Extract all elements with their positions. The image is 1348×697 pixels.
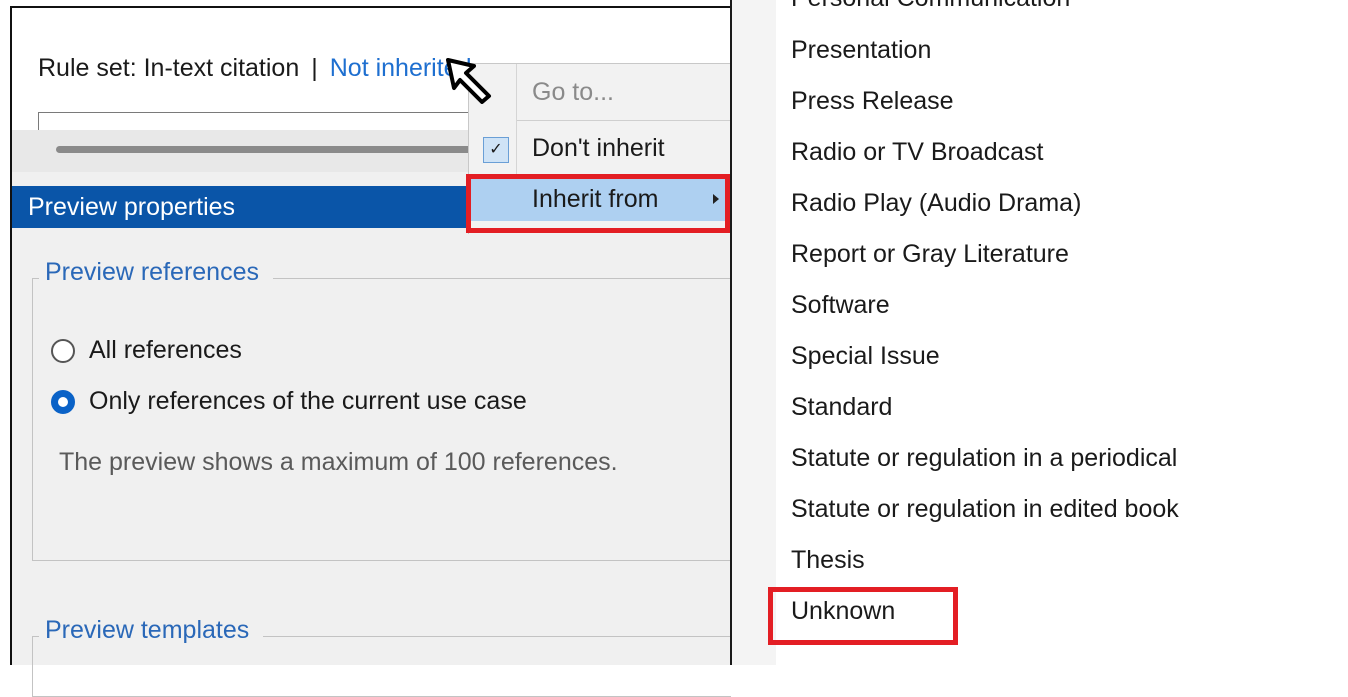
submenu-item-radio-tv-broadcast[interactable]: Radio or TV Broadcast: [791, 138, 1043, 167]
radio-unselected-icon: [51, 338, 75, 363]
radio-all-references[interactable]: All references: [51, 336, 242, 365]
preview-templates-title: Preview templates: [41, 616, 254, 645]
submenu-item-software[interactable]: Software: [791, 291, 890, 320]
submenu-item-standard[interactable]: Standard: [791, 393, 892, 422]
group-border-line: [273, 278, 731, 279]
submenu-item-personal-communication[interactable]: Personal Communication: [791, 0, 1070, 13]
submenu-item-radio-play[interactable]: Radio Play (Audio Drama): [791, 189, 1081, 218]
preview-limit-note: The preview shows a maximum of 100 refer…: [59, 448, 618, 476]
submenu-item-press-release[interactable]: Press Release: [791, 87, 954, 116]
menu-item-inherit-from[interactable]: Inherit from: [469, 179, 731, 221]
preview-templates-group: Preview templates: [32, 616, 731, 697]
radio-current-use-case-label: Only references of the current use case: [89, 387, 527, 415]
menu-item-dont-inherit-label: Don't inherit: [532, 134, 665, 162]
menu-item-dont-inherit[interactable]: ✓ Don't inherit: [469, 128, 731, 170]
submenu-arrow-icon: [713, 194, 719, 204]
rule-set-label: Rule set: In-text citation: [38, 54, 300, 82]
submenu-item-report-gray-literature[interactable]: Report or Gray Literature: [791, 240, 1069, 269]
inheritance-context-menu: Go to... ✓ Don't inherit Inherit from: [468, 63, 731, 234]
checkmark-icon: ✓: [483, 137, 509, 163]
submenu-gutter: [732, 0, 776, 665]
rule-set-separator: |: [311, 54, 318, 82]
submenu-item-unknown[interactable]: Unknown: [791, 597, 895, 626]
submenu-item-special-issue[interactable]: Special Issue: [791, 342, 940, 371]
submenu-item-presentation[interactable]: Presentation: [791, 36, 931, 65]
scrollbar-thumb[interactable]: [56, 146, 486, 153]
preview-references-title: Preview references: [41, 258, 263, 287]
preview-references-group: Preview references All references Only r…: [32, 258, 731, 561]
submenu-item-statute-periodical[interactable]: Statute or regulation in a periodical: [791, 444, 1177, 473]
radio-selected-icon: [51, 389, 75, 414]
menu-item-go-to-label: Go to...: [532, 78, 614, 106]
menu-item-go-to[interactable]: Go to...: [469, 72, 731, 114]
mouse-cursor-icon: [446, 58, 491, 104]
submenu-item-statute-edited-book[interactable]: Statute or regulation in edited book: [791, 495, 1179, 524]
menu-item-inherit-from-label: Inherit from: [532, 185, 659, 213]
group-border-line: [33, 636, 39, 637]
submenu-item-thesis[interactable]: Thesis: [791, 546, 865, 575]
inherit-from-submenu: Personal Communication Presentation Pres…: [776, 0, 1348, 665]
radio-current-use-case[interactable]: Only references of the current use case: [51, 387, 527, 416]
group-border-line: [263, 636, 731, 637]
radio-all-references-label: All references: [89, 336, 242, 364]
preview-properties-title: Preview properties: [28, 193, 236, 221]
group-border-line: [33, 278, 39, 279]
rule-set-line: Rule set: In-text citation | Not inherited: [38, 54, 471, 83]
menu-separator: [517, 120, 731, 121]
